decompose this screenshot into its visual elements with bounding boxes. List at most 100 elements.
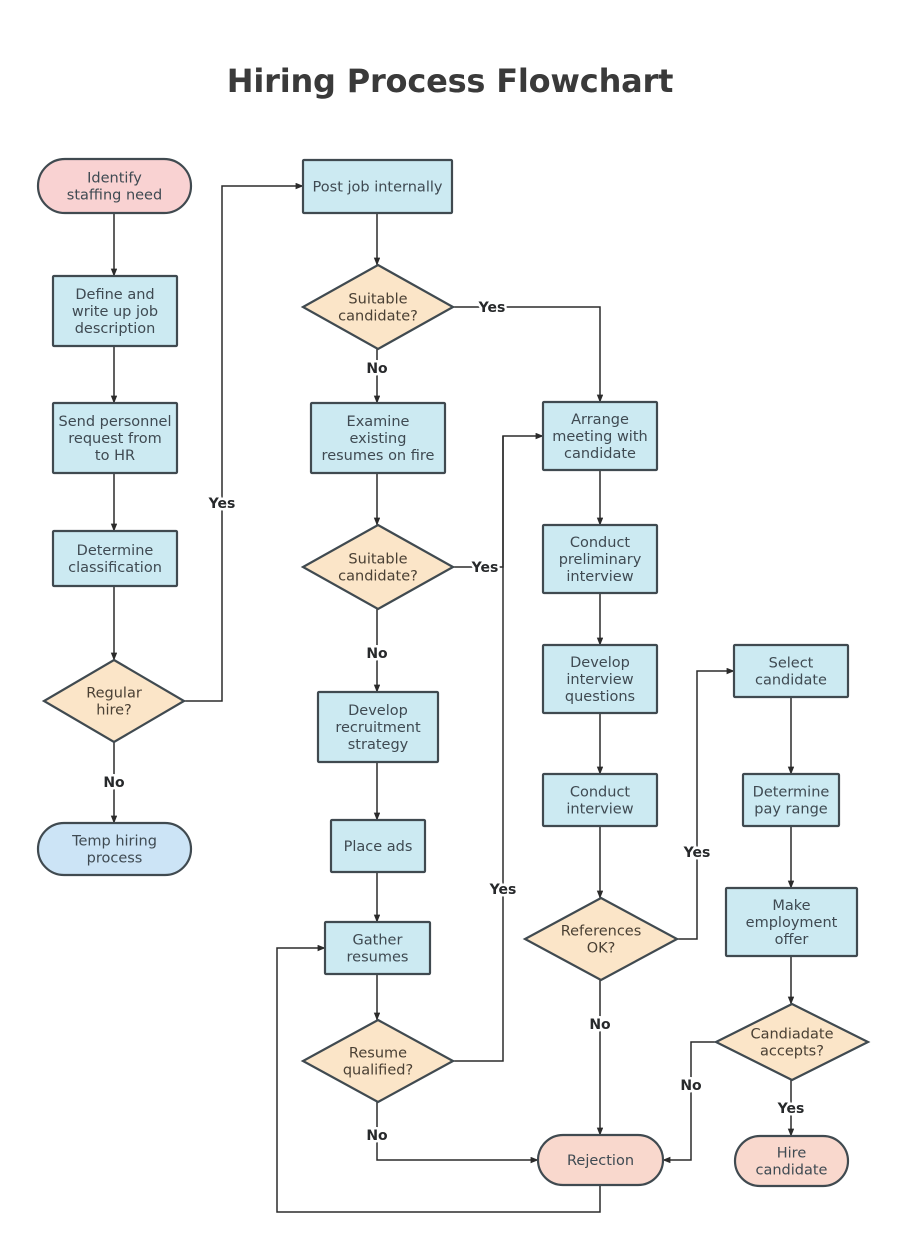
node-gather[interactable]: Gatherresumes: [323, 920, 432, 976]
node-label-line: meeting with: [552, 429, 647, 445]
node-label-line: employment: [746, 915, 838, 931]
node-label-line: candidate: [564, 446, 636, 462]
node-examine[interactable]: Examineexistingresumes on fire: [309, 401, 447, 475]
node-label-line: Suitable: [348, 292, 407, 308]
edge-label-resumequal-arrange: Yes: [489, 882, 517, 898]
edge-resumequal-arrange: [453, 436, 504, 1062]
node-label-line: accepts?: [760, 1044, 824, 1060]
node-rejection[interactable]: Rejection: [536, 1133, 665, 1187]
edge-accepts-rejection: [662, 1041, 716, 1164]
edge-label-accepts-hire: Yes: [777, 1101, 805, 1117]
node-label-line: Rejection: [567, 1153, 634, 1169]
node-label-line: Hire: [777, 1146, 807, 1162]
edges-layer: [110, 182, 795, 1213]
node-label-line: description: [75, 321, 156, 337]
node-label-line: Arrange: [571, 412, 629, 428]
edge-label-references-select: Yes: [683, 845, 711, 861]
node-pay-range[interactable]: Determinepay range: [741, 772, 841, 828]
edge-suitable1-arrange: [453, 306, 604, 403]
node-label-line: preliminary: [559, 552, 642, 568]
node-resume-qual[interactable]: Resumequalified?: [300, 1018, 456, 1104]
node-label-line: offer: [775, 932, 809, 948]
node-label-line: write up job: [72, 304, 158, 320]
node-label-line: Conduct: [570, 785, 631, 801]
edge-label-suitable1-examine: No: [366, 361, 388, 377]
node-label-line: resumes on fire: [322, 448, 435, 464]
node-label-line: qualified?: [343, 1063, 413, 1079]
node-label-line: recruitment: [335, 720, 421, 736]
node-label-line: strategy: [348, 737, 409, 753]
edge-label-references-rejection: No: [589, 1017, 611, 1033]
node-references[interactable]: ReferencesOK?: [522, 896, 680, 982]
edge-labels-layer: NoNoYesYesNoNoYesYesNoNoYesYesYesYesNoNo…: [101, 298, 807, 1147]
edge-label-suitable2-develop: No: [366, 646, 388, 662]
node-label-line: Conduct: [570, 535, 631, 551]
node-prelim[interactable]: Conductpreliminaryinterview: [541, 523, 659, 595]
node-conduct-int[interactable]: Conductinterview: [541, 772, 659, 828]
node-label-line: interview: [566, 569, 633, 585]
node-label-line: pay range: [754, 802, 828, 818]
node-label-line: Develop: [570, 655, 630, 671]
node-label-line: candidate?: [338, 569, 418, 585]
node-label-line: to HR: [95, 448, 135, 464]
node-label-line: candidate?: [338, 309, 418, 325]
node-label-line: OK?: [587, 941, 616, 957]
node-label-line: Determine: [77, 543, 154, 559]
node-determine-cls[interactable]: Determineclassification: [51, 529, 179, 588]
node-label-line: Define and: [75, 287, 154, 303]
node-label-line: Regular: [86, 686, 142, 702]
node-suitable-1[interactable]: Suitablecandidate?: [300, 263, 456, 351]
node-label-line: resumes: [347, 950, 409, 966]
flowchart-canvas: Hiring Process Flowchart No No Yes Yes No No Y…: [0, 0, 900, 1256]
node-accepts[interactable]: Candiadateaccepts?: [713, 1002, 871, 1082]
node-label-line: Examine: [347, 414, 410, 430]
node-label-line: Candiadate: [750, 1027, 833, 1043]
node-label-line: classification: [68, 560, 162, 576]
node-label-line: request from: [68, 431, 161, 447]
nodes-layer: Identifystaffing need Define andwrite up …: [36, 157, 871, 1188]
edge-label-suitable1-arrange: Yes: [478, 300, 506, 316]
node-label-line: Gather: [353, 933, 403, 949]
node-label-line: candidate: [756, 1163, 828, 1179]
node-label-line: Identify: [87, 171, 142, 187]
node-develop-rec[interactable]: Developrecruitmentstrategy: [316, 690, 440, 764]
edge-suitable2-arrange: [453, 432, 544, 568]
node-identify[interactable]: Identifystaffing need: [36, 157, 193, 215]
node-temp-hiring[interactable]: Temp hiringprocess: [36, 821, 193, 877]
hiring-process-flowchart-svg: Hiring Process Flowchart No No Yes Yes No No Y…: [36, 62, 871, 1213]
node-arrange[interactable]: Arrangemeeting withcandidate: [541, 400, 659, 472]
node-label-line: interview: [566, 802, 633, 818]
node-label-line: Make: [772, 898, 810, 914]
node-label-line: References: [561, 924, 642, 940]
node-label-line: interview: [566, 672, 633, 688]
node-define[interactable]: Define andwrite up jobdescription: [51, 274, 179, 348]
page-title: Hiring Process Flowchart: [227, 62, 673, 100]
node-label-line: existing: [350, 431, 407, 447]
edge-regular-post: [184, 182, 304, 702]
node-label-line: Post job internally: [313, 180, 443, 196]
node-dev-questions[interactable]: Developinterviewquestions: [541, 643, 659, 715]
node-label-line: staffing need: [67, 188, 162, 204]
edge-label-suitable2-arrange: Yes: [471, 560, 499, 576]
edge-resumequal-rejection: [376, 1102, 539, 1164]
node-label-line: Develop: [348, 703, 408, 719]
node-hire[interactable]: Hirecandidate: [733, 1134, 850, 1188]
edge-label-regular-temp: No: [103, 775, 125, 791]
node-select-cand[interactable]: Selectcandidate: [732, 643, 850, 699]
node-label-line: Determine: [753, 785, 830, 801]
edge-label-regular-post: Yes: [208, 496, 236, 512]
edge-label-accepts-rejection: No: [680, 1078, 702, 1094]
node-label-line: Select: [769, 656, 814, 672]
node-label-line: hire?: [96, 703, 131, 719]
node-suitable-2[interactable]: Suitablecandidate?: [300, 523, 456, 611]
node-place-ads[interactable]: Place ads: [329, 818, 427, 874]
node-make-offer[interactable]: Makeemploymentoffer: [724, 886, 859, 958]
node-label-line: Place ads: [344, 839, 413, 855]
node-post-job[interactable]: Post job internally: [301, 158, 454, 215]
node-label-line: Send personnel: [59, 414, 172, 430]
node-label-line: candidate: [755, 673, 827, 689]
node-regular-hire[interactable]: Regularhire?: [41, 658, 187, 744]
node-send[interactable]: Send personnelrequest fromto HR: [51, 401, 179, 475]
node-label-line: Resume: [349, 1046, 407, 1062]
edge-label-resumequal-rejection: No: [366, 1128, 388, 1144]
